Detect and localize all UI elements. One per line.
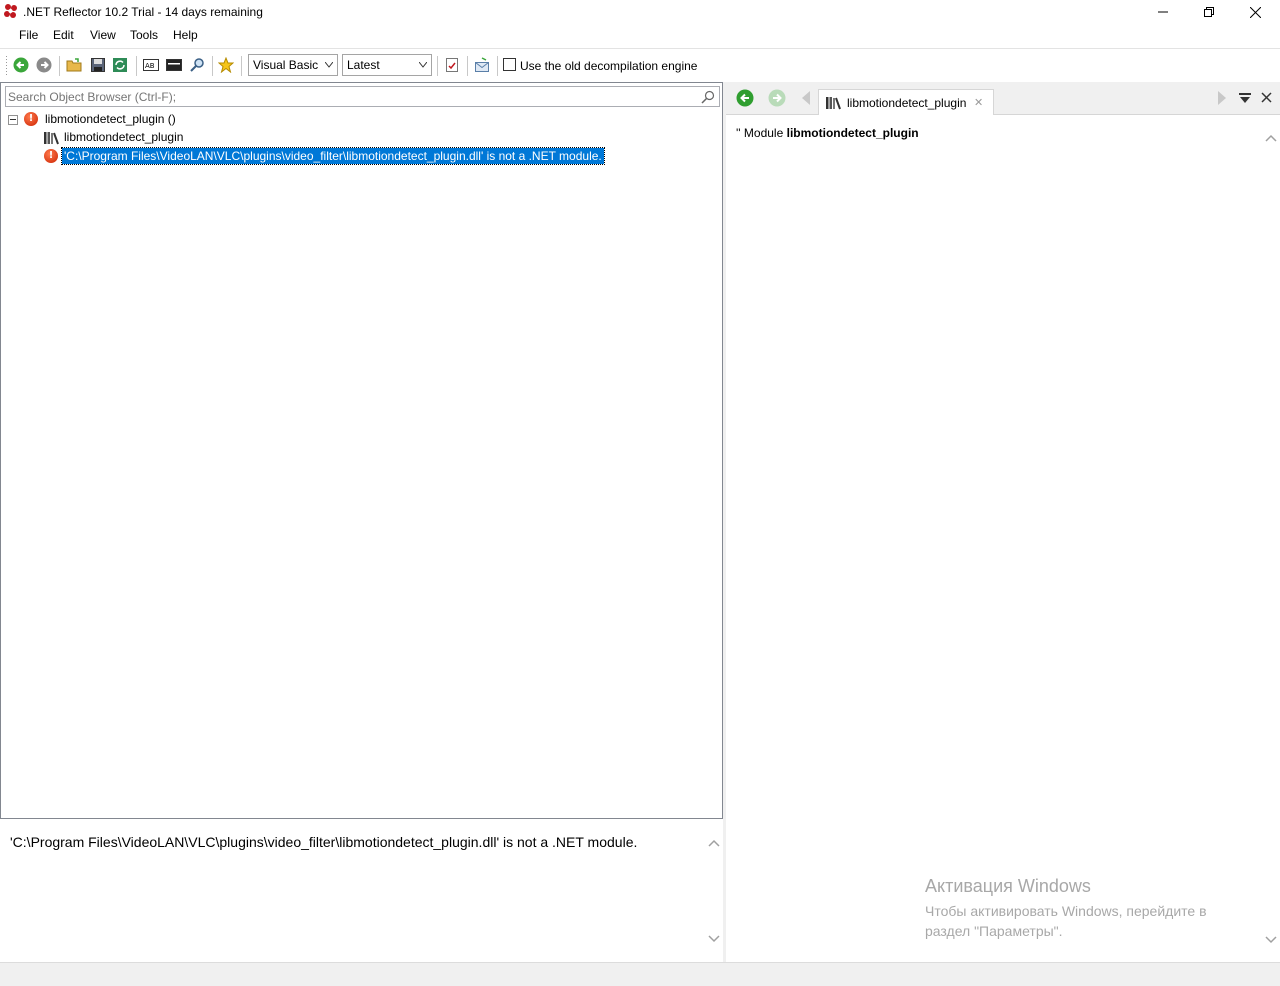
save-icon[interactable] bbox=[90, 57, 106, 73]
decompiler-tab-bar: libmotiondetect_plugin ✕ bbox=[726, 82, 1280, 115]
menu-bar: File Edit View Tools Help bbox=[0, 26, 1280, 46]
menu-help[interactable]: Help bbox=[173, 28, 198, 42]
code-comment-prefix: '' Module bbox=[736, 126, 787, 140]
menu-view[interactable]: View bbox=[90, 28, 116, 42]
reflector-logo-icon bbox=[4, 4, 17, 18]
error-icon: ! bbox=[24, 112, 38, 126]
error-icon: ! bbox=[44, 149, 58, 163]
favorite-icon[interactable] bbox=[218, 57, 234, 73]
version-value: Latest bbox=[347, 58, 380, 72]
scroll-down-icon[interactable] bbox=[708, 935, 720, 943]
toolbar-separator bbox=[241, 56, 242, 76]
version-select[interactable]: Latest bbox=[342, 54, 432, 76]
console-icon[interactable] bbox=[166, 57, 182, 73]
tree-item-assembly[interactable]: libmotiondetect_plugin () bbox=[45, 112, 176, 130]
toolbar-separator bbox=[497, 56, 498, 76]
status-bar bbox=[0, 962, 1280, 986]
toolbar: AB Visual Basic Latest Use the old decom… bbox=[0, 48, 1280, 80]
module-icon bbox=[826, 97, 841, 110]
language-value: Visual Basic bbox=[253, 58, 319, 72]
tab-close-icon[interactable]: ✕ bbox=[974, 96, 983, 109]
search-icon[interactable] bbox=[189, 57, 205, 73]
svg-text:AB: AB bbox=[145, 62, 155, 70]
toolbar-separator bbox=[437, 56, 438, 76]
decompiler-pane: libmotiondetect_plugin ✕ '' Module libmo… bbox=[726, 82, 1280, 962]
menu-file[interactable]: File bbox=[19, 28, 38, 42]
toolbar-separator bbox=[136, 56, 137, 76]
watermark-text: Чтобы активировать Windows, перейдите в … bbox=[925, 901, 1235, 941]
module-icon bbox=[44, 132, 59, 145]
toolbar-separator bbox=[212, 56, 213, 76]
chevron-down-icon bbox=[419, 62, 427, 68]
tree-item-module[interactable]: libmotiondetect_plugin bbox=[64, 130, 183, 148]
tree-item-error-selected[interactable]: 'C:\Program Files\VideoLAN\VLC\plugins\v… bbox=[61, 147, 605, 165]
scroll-up-icon[interactable] bbox=[708, 839, 720, 847]
title-bar: .NET Reflector 10.2 Trial - 14 days rema… bbox=[0, 0, 1280, 24]
tab-libmotiondetect[interactable]: libmotiondetect_plugin ✕ bbox=[818, 89, 994, 115]
watermark-line-2: раздел "Параметры". bbox=[925, 923, 1063, 939]
object-browser: ! libmotiondetect_plugin () libmotiondet… bbox=[0, 82, 723, 819]
description-text: 'C:\Program Files\VideoLAN\VLC\plugins\v… bbox=[10, 834, 638, 850]
ab-icon[interactable]: AB bbox=[143, 57, 159, 73]
description-pane: 'C:\Program Files\VideoLAN\VLC\plugins\v… bbox=[0, 821, 723, 961]
refresh-icon[interactable] bbox=[112, 57, 128, 73]
analyze-icon[interactable] bbox=[444, 57, 460, 73]
old-engine-label: Use the old decompilation engine bbox=[520, 59, 698, 73]
tab-scroll-left-icon[interactable] bbox=[802, 91, 810, 105]
forward-icon[interactable] bbox=[768, 89, 786, 107]
scroll-down-icon[interactable] bbox=[1265, 936, 1277, 944]
open-icon[interactable] bbox=[66, 57, 82, 73]
old-engine-checkbox[interactable] bbox=[503, 58, 516, 71]
chevron-down-icon bbox=[325, 62, 333, 68]
search-input[interactable] bbox=[8, 90, 688, 104]
menu-edit[interactable]: Edit bbox=[53, 28, 74, 42]
tab-scroll-right-icon[interactable] bbox=[1218, 91, 1226, 105]
back-icon[interactable] bbox=[736, 89, 754, 107]
language-select[interactable]: Visual Basic bbox=[248, 54, 338, 76]
close-icon bbox=[1249, 6, 1261, 18]
close-pane-icon[interactable] bbox=[1261, 92, 1272, 103]
code-view: '' Module libmotiondetect_plugin bbox=[736, 126, 919, 140]
minimize-button[interactable] bbox=[1140, 0, 1186, 24]
tab-list-icon[interactable] bbox=[1239, 92, 1251, 104]
restore-button[interactable] bbox=[1186, 0, 1232, 24]
tab-label: libmotiondetect_plugin bbox=[847, 96, 967, 110]
search-icon[interactable] bbox=[701, 90, 715, 104]
watermark-line-1: Чтобы активировать Windows, перейдите в bbox=[925, 903, 1207, 919]
menu-tools[interactable]: Tools bbox=[130, 28, 158, 42]
search-box[interactable] bbox=[5, 86, 720, 107]
back-icon[interactable] bbox=[13, 57, 29, 73]
watermark-title: Активация Windows bbox=[925, 876, 1091, 896]
scroll-up-icon[interactable] bbox=[1265, 134, 1277, 142]
code-module-name: libmotiondetect_plugin bbox=[786, 126, 919, 140]
window-title: .NET Reflector 10.2 Trial - 14 days rema… bbox=[23, 5, 263, 19]
minimize-icon bbox=[1158, 11, 1168, 13]
activation-watermark: Активация Windows Чтобы активировать Win… bbox=[925, 876, 1235, 941]
toolbar-grip[interactable] bbox=[6, 56, 7, 76]
toolbar-separator bbox=[467, 56, 468, 76]
close-button[interactable] bbox=[1232, 0, 1278, 24]
restore-icon bbox=[1204, 7, 1214, 17]
forward-icon[interactable] bbox=[36, 57, 52, 73]
tree-collapse-toggle[interactable] bbox=[8, 115, 18, 125]
toolbar-separator bbox=[59, 56, 60, 76]
export-icon[interactable] bbox=[474, 57, 490, 73]
